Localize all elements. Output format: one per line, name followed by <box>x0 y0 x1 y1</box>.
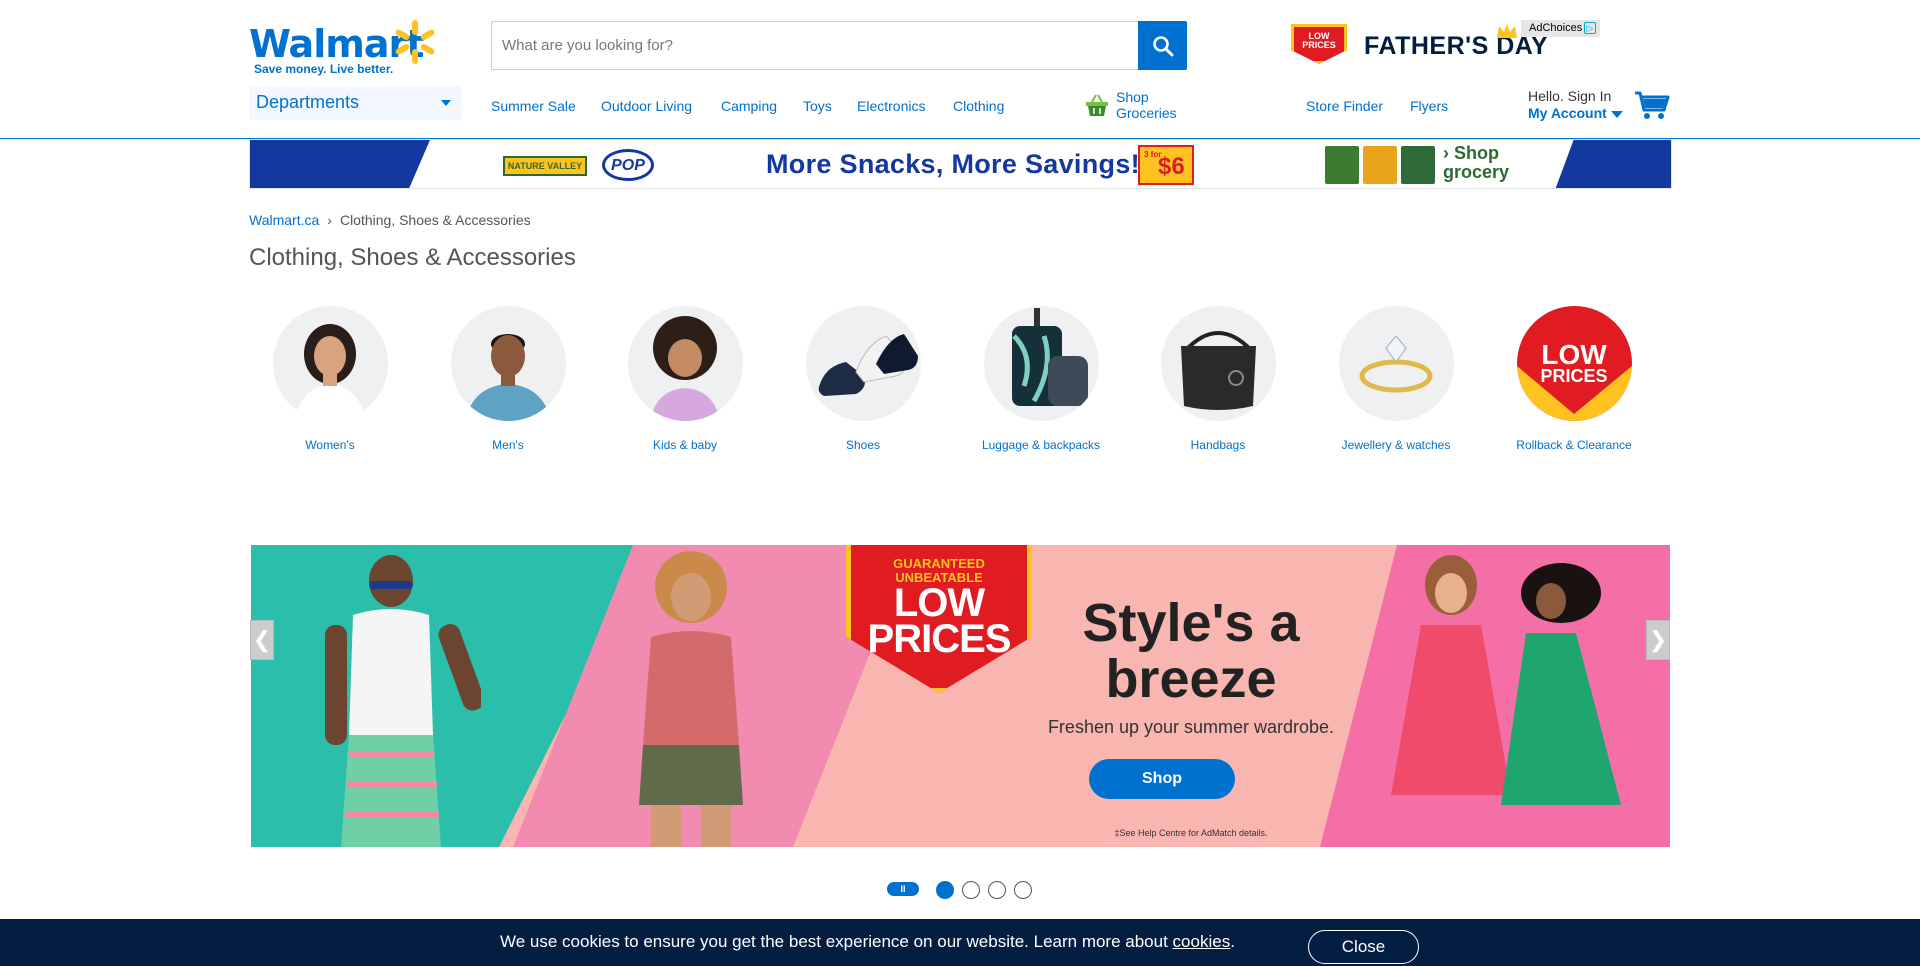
caret-down-icon <box>441 100 451 106</box>
shop-groceries-link[interactable]: Shop Groceries <box>1084 89 1194 123</box>
pop-logo: POP <box>602 149 654 181</box>
woman-model-image <box>639 551 743 847</box>
account-menu[interactable]: Hello. Sign In My Account <box>1528 88 1628 121</box>
walmart-logo[interactable]: Walmart Save money. Live better. <box>249 18 439 76</box>
nav-camping[interactable]: Camping <box>721 98 777 114</box>
nav-outdoor-living[interactable]: Outdoor Living <box>601 98 692 114</box>
breadcrumb-home[interactable]: Walmart.ca <box>249 212 319 228</box>
snacks-ad-banner[interactable]: NATURE VALLEY POP More Snacks, More Savi… <box>249 139 1672 189</box>
category-label: Handbags <box>1190 438 1246 452</box>
category-label: Women's <box>305 438 355 452</box>
category-womens[interactable]: Women's <box>250 306 410 452</box>
spark-icon <box>395 20 435 64</box>
logo-tagline: Save money. Live better. <box>254 62 394 76</box>
sign-in-text: Hello. Sign In <box>1528 88 1612 104</box>
ad-headline: More Snacks, More Savings! <box>766 149 1140 179</box>
breadcrumb-separator: › <box>327 212 332 228</box>
ad-shape-left <box>250 140 430 188</box>
womens-image <box>272 306 388 421</box>
search-bar <box>491 21 1187 70</box>
guaranteed-low-prices-badge: GUARANTEED UNBEATABLE LOW PRICES <box>846 545 1032 693</box>
departments-label: Departments <box>256 92 360 112</box>
category-handbags[interactable]: Handbags <box>1138 306 1298 452</box>
crown-icon <box>1497 24 1517 38</box>
cookie-message: We use cookies to ensure you get the bes… <box>500 932 1235 951</box>
rollback-clearance-image: LOW PRICES <box>1516 306 1632 421</box>
man-model-image <box>325 555 481 847</box>
svg-text:PRICES: PRICES <box>1540 366 1607 386</box>
ad-shape-right <box>1555 140 1671 188</box>
category-label: Shoes <box>845 438 881 452</box>
search-icon <box>1152 35 1173 56</box>
low-prices-badge: LOW PRICES <box>1291 24 1347 64</box>
page-title: Clothing, Shoes & Accessories <box>249 244 576 271</box>
hero-subtitle: Freshen up your summer wardrobe. <box>1047 717 1335 737</box>
handbags-image <box>1160 306 1276 421</box>
hero-title: Style's a breeze <box>1082 593 1300 709</box>
category-rollback-clearance[interactable]: LOW PRICES Rollback & Clearance <box>1494 306 1654 452</box>
adchoices-label[interactable]: AdChoices ▷ <box>1521 20 1600 37</box>
cookie-banner: We use cookies to ensure you get the bes… <box>0 919 1920 966</box>
category-shoes[interactable]: Shoes <box>783 306 943 452</box>
cookie-close-button[interactable]: Close <box>1308 930 1419 964</box>
category-luggage-backpacks[interactable]: Luggage & backpacks <box>961 306 1121 452</box>
carousel-dot-2[interactable] <box>962 881 980 899</box>
carousel-pause-button[interactable]: II <box>887 882 919 896</box>
carousel-next-button[interactable]: ❯ <box>1646 620 1670 660</box>
carousel-prev-button[interactable]: ❮ <box>250 620 274 660</box>
kids-baby-image <box>627 306 743 421</box>
category-label: Men's <box>492 438 524 452</box>
nav-summer-sale[interactable]: Summer Sale <box>491 98 576 114</box>
page: Walmart Save money. Live better. What ar… <box>0 0 1920 966</box>
category-label: Rollback & Clearance <box>1516 438 1632 452</box>
breadcrumb: Walmart.ca › Clothing, Shoes & Accessories <box>249 212 531 228</box>
nav-toys[interactable]: Toys <box>803 98 832 114</box>
adchoices-icon: ▷ <box>1584 22 1596 34</box>
mens-image <box>450 306 566 421</box>
snack-boxes-image <box>1325 146 1435 184</box>
cart-icon[interactable] <box>1634 90 1670 120</box>
carousel-dot-3[interactable] <box>988 881 1006 899</box>
jewellery-watches-image <box>1338 306 1454 421</box>
category-jewellery-watches[interactable]: Jewellery & watches <box>1316 306 1476 452</box>
caret-down-icon <box>1610 110 1623 118</box>
carousel-dot-1[interactable] <box>936 881 954 899</box>
hero-shop-button[interactable]: Shop <box>1089 759 1235 799</box>
ad-price-tag: 3 for $6 <box>1138 145 1194 185</box>
category-label: Kids & baby <box>652 438 718 452</box>
category-mens[interactable]: Men's <box>428 306 588 452</box>
cookies-link[interactable]: cookies <box>1173 932 1231 951</box>
category-kids-baby[interactable]: Kids & baby <box>605 306 765 452</box>
luggage-backpacks-image <box>983 306 1099 421</box>
search-button[interactable] <box>1138 21 1187 70</box>
kids-model-image <box>1391 555 1621 805</box>
category-label: Luggage & backpacks <box>981 438 1101 452</box>
nav-store-finder[interactable]: Store Finder <box>1306 98 1383 114</box>
hero-fine-print: ‡See Help Centre for AdMatch details. <box>1114 828 1268 838</box>
category-label: Jewellery & watches <box>1341 438 1451 452</box>
shop-groceries-label: Shop Groceries <box>1116 89 1177 121</box>
breadcrumb-current: Clothing, Shoes & Accessories <box>339 212 531 228</box>
site-header: Walmart Save money. Live better. What ar… <box>0 0 1920 139</box>
nature-valley-logo: NATURE VALLEY <box>503 156 587 176</box>
my-account-label: My Account <box>1528 105 1628 121</box>
search-input[interactable] <box>492 22 1138 69</box>
nav-electronics[interactable]: Electronics <box>857 98 925 114</box>
shoes-image <box>805 306 921 421</box>
nav-clothing[interactable]: Clothing <box>953 98 1004 114</box>
carousel-dot-4[interactable] <box>1014 881 1032 899</box>
nav-flyers[interactable]: Flyers <box>1410 98 1448 114</box>
hero-banner[interactable]: GUARANTEED UNBEATABLE LOW PRICES Style's… <box>251 545 1670 847</box>
departments-dropdown[interactable]: Departments <box>249 86 461 120</box>
shop-grocery-cta: › Shop grocery <box>1443 143 1510 182</box>
basket-icon <box>1086 94 1108 116</box>
